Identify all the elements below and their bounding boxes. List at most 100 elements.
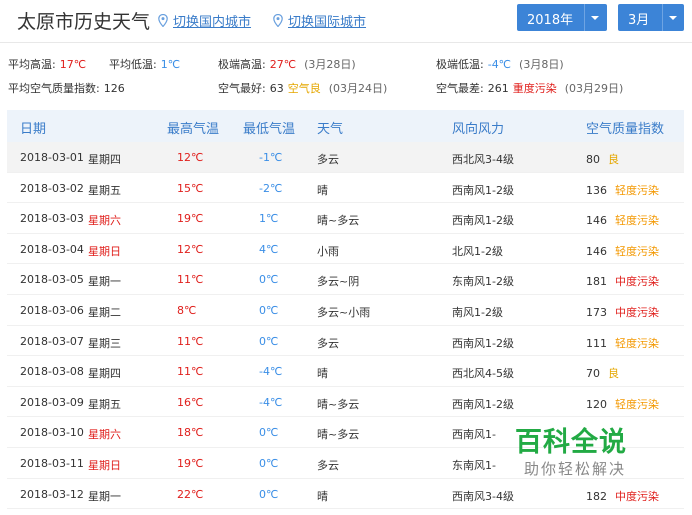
- stat-label: 空气最好:: [218, 82, 266, 95]
- table-header: 日期 最高气温 最低气温 天气 风向风力 空气质量指数: [7, 110, 684, 142]
- cell-date: 2018-03-06: [20, 303, 84, 317]
- cell-min-temp: 1℃: [259, 212, 279, 226]
- cell-weekday: 星期六: [88, 428, 121, 442]
- table-row: 2018-03-01 星期四 12℃ -1℃ 多云 西北风3-4级 80 良: [7, 142, 684, 173]
- select-divider: [662, 4, 663, 31]
- cell-weekday: 星期一: [88, 489, 121, 503]
- aqi-value: 182: [586, 489, 607, 503]
- cell-weekday: 星期日: [88, 244, 121, 258]
- aqi-level: 空气良: [287, 82, 321, 95]
- aqi-value: 173: [586, 305, 607, 319]
- cell-max-temp: 22℃: [177, 487, 204, 501]
- cell-weather: 小雨: [317, 244, 339, 258]
- cell-aqi: 111 轻度污染: [586, 335, 659, 351]
- cell-weather: 晴~多云: [317, 428, 360, 442]
- cell-date: 2018-03-07: [20, 334, 84, 348]
- cell-aqi: 146 轻度污染: [586, 212, 659, 228]
- stat-value: 126: [103, 82, 125, 95]
- switch-international-city-link[interactable]: 切换国际城市: [273, 11, 366, 30]
- caret-down-icon: [669, 16, 677, 20]
- cell-aqi: 70 良: [586, 365, 619, 381]
- cell-aqi: 182 中度污染: [586, 488, 659, 504]
- aqi-value: 80: [586, 153, 600, 166]
- switch-international-city-label: 切换国际城市: [288, 15, 367, 30]
- aqi-value: 120: [586, 397, 607, 411]
- table-row: 2018-03-05 星期一 11℃ 0℃ 多云~阴 东南风1-2级 181 中度污染: [7, 264, 684, 295]
- stat-worst-air: 空气最差: 261 重度污染 (03月29日): [436, 80, 623, 96]
- cell-weekday: 星期五: [88, 183, 121, 197]
- cell-weather: 晴: [317, 367, 328, 381]
- cell-min-temp: -1℃: [259, 151, 283, 164]
- cell-max-temp: 19℃: [177, 456, 204, 470]
- cell-wind: 东南风1-2级: [452, 275, 514, 289]
- cell-min-temp: 0℃: [259, 273, 279, 287]
- column-header-min-temp: 最低气温: [243, 122, 296, 137]
- cell-min-temp: 0℃: [259, 303, 279, 317]
- stat-value: 63: [269, 82, 284, 95]
- page-title: 太原市历史天气: [17, 11, 151, 33]
- aqi-level: 轻度污染: [615, 214, 659, 228]
- table-row: 2018-03-02 星期五 15℃ -2℃ 晴 西南风1-2级 136 轻度污染: [7, 173, 684, 204]
- aqi-level: 轻度污染: [615, 336, 659, 350]
- cell-date: 2018-03-11: [20, 456, 84, 470]
- cell-weekday: 星期六: [88, 214, 121, 228]
- aqi-value: 136: [586, 183, 607, 197]
- table-row: 2018-03-08 星期四 11℃ -4℃ 晴 西北风4-5级 70 良: [7, 356, 684, 387]
- month-select[interactable]: 3月: [618, 4, 684, 31]
- cell-wind: 西北风3-4级: [452, 153, 514, 166]
- stat-value: 261: [487, 82, 509, 95]
- watermark-logo: 百科全说 助你轻松解决: [512, 420, 652, 484]
- location-pin-icon: [273, 14, 283, 27]
- year-select[interactable]: 2018年: [517, 4, 607, 31]
- aqi-value: 146: [586, 214, 607, 228]
- stat-label: 极端低温:: [436, 58, 484, 71]
- cell-date: 2018-03-08: [20, 365, 84, 379]
- cell-weekday: 星期三: [88, 336, 121, 350]
- year-select-value: 2018年: [527, 13, 574, 28]
- cell-max-temp: 8℃: [177, 303, 197, 317]
- cell-aqi: 120 轻度污染: [586, 396, 659, 412]
- cell-weather: 多云~小雨: [317, 305, 371, 319]
- cell-wind: 西南风1-2级: [452, 214, 514, 228]
- select-divider: [584, 4, 585, 31]
- cell-aqi: 173 中度污染: [586, 304, 659, 320]
- stat-label: 平均低温:: [109, 58, 157, 71]
- table-row: 2018-03-06 星期二 8℃ 0℃ 多云~小雨 南风1-2级 173 中度污染: [7, 295, 684, 326]
- page-header: 太原市历史天气 切换国内城市 切换国际城市 2018年 3月: [0, 0, 692, 40]
- aqi-value: 111: [586, 336, 607, 350]
- cell-max-temp: 11℃: [177, 334, 204, 348]
- cell-max-temp: 15℃: [177, 181, 204, 195]
- column-header-date: 日期: [20, 122, 47, 137]
- aqi-level: 重度污染: [512, 82, 557, 95]
- cell-weather: 多云: [317, 336, 339, 350]
- switch-domestic-city-link[interactable]: 切换国内城市: [158, 11, 251, 30]
- table-row: 2018-03-07 星期三 11℃ 0℃ 多云 西南风1-2级 111 轻度污染: [7, 326, 684, 357]
- column-header-wind: 风向风力: [452, 122, 505, 137]
- aqi-level: 中度污染: [615, 305, 659, 319]
- cell-min-temp: 0℃: [259, 456, 279, 470]
- cell-aqi: 146 轻度污染: [586, 243, 659, 259]
- cell-date: 2018-03-10: [20, 426, 84, 440]
- aqi-level: 轻度污染: [615, 244, 659, 258]
- table-row: 2018-03-03 星期六 19℃ 1℃ 晴~多云 西南风1-2级 146 轻度污染: [7, 203, 684, 234]
- cell-max-temp: 11℃: [177, 273, 204, 287]
- cell-weather: 多云: [317, 458, 339, 472]
- cell-date: 2018-03-09: [20, 395, 84, 409]
- cell-max-temp: 19℃: [177, 212, 204, 226]
- cell-weather: 晴: [317, 489, 328, 503]
- cell-wind: 西南风1-2级: [452, 183, 514, 197]
- stat-date: (03月29日): [564, 82, 624, 95]
- cell-min-temp: 0℃: [259, 334, 279, 348]
- monthly-stats: 平均高温: 17℃ 平均低温: 1℃ 极端高温: 27℃ (3月28日) 极端低温: -4…: [0, 56, 692, 98]
- stat-avg-low: 平均低温: 1℃: [109, 56, 180, 72]
- cell-aqi: 80 良: [586, 151, 619, 167]
- cell-min-temp: 4℃: [259, 242, 279, 256]
- stat-date: (3月8日): [519, 58, 564, 71]
- cell-wind: 东南风1-: [452, 458, 496, 472]
- stat-date: (3月28日): [304, 58, 356, 71]
- cell-date: 2018-03-03: [20, 212, 84, 226]
- month-select-value: 3月: [628, 13, 650, 28]
- cell-date: 2018-03-05: [20, 273, 84, 287]
- cell-weather: 晴~多云: [317, 397, 360, 411]
- cell-wind: 西南风3-4级: [452, 489, 514, 503]
